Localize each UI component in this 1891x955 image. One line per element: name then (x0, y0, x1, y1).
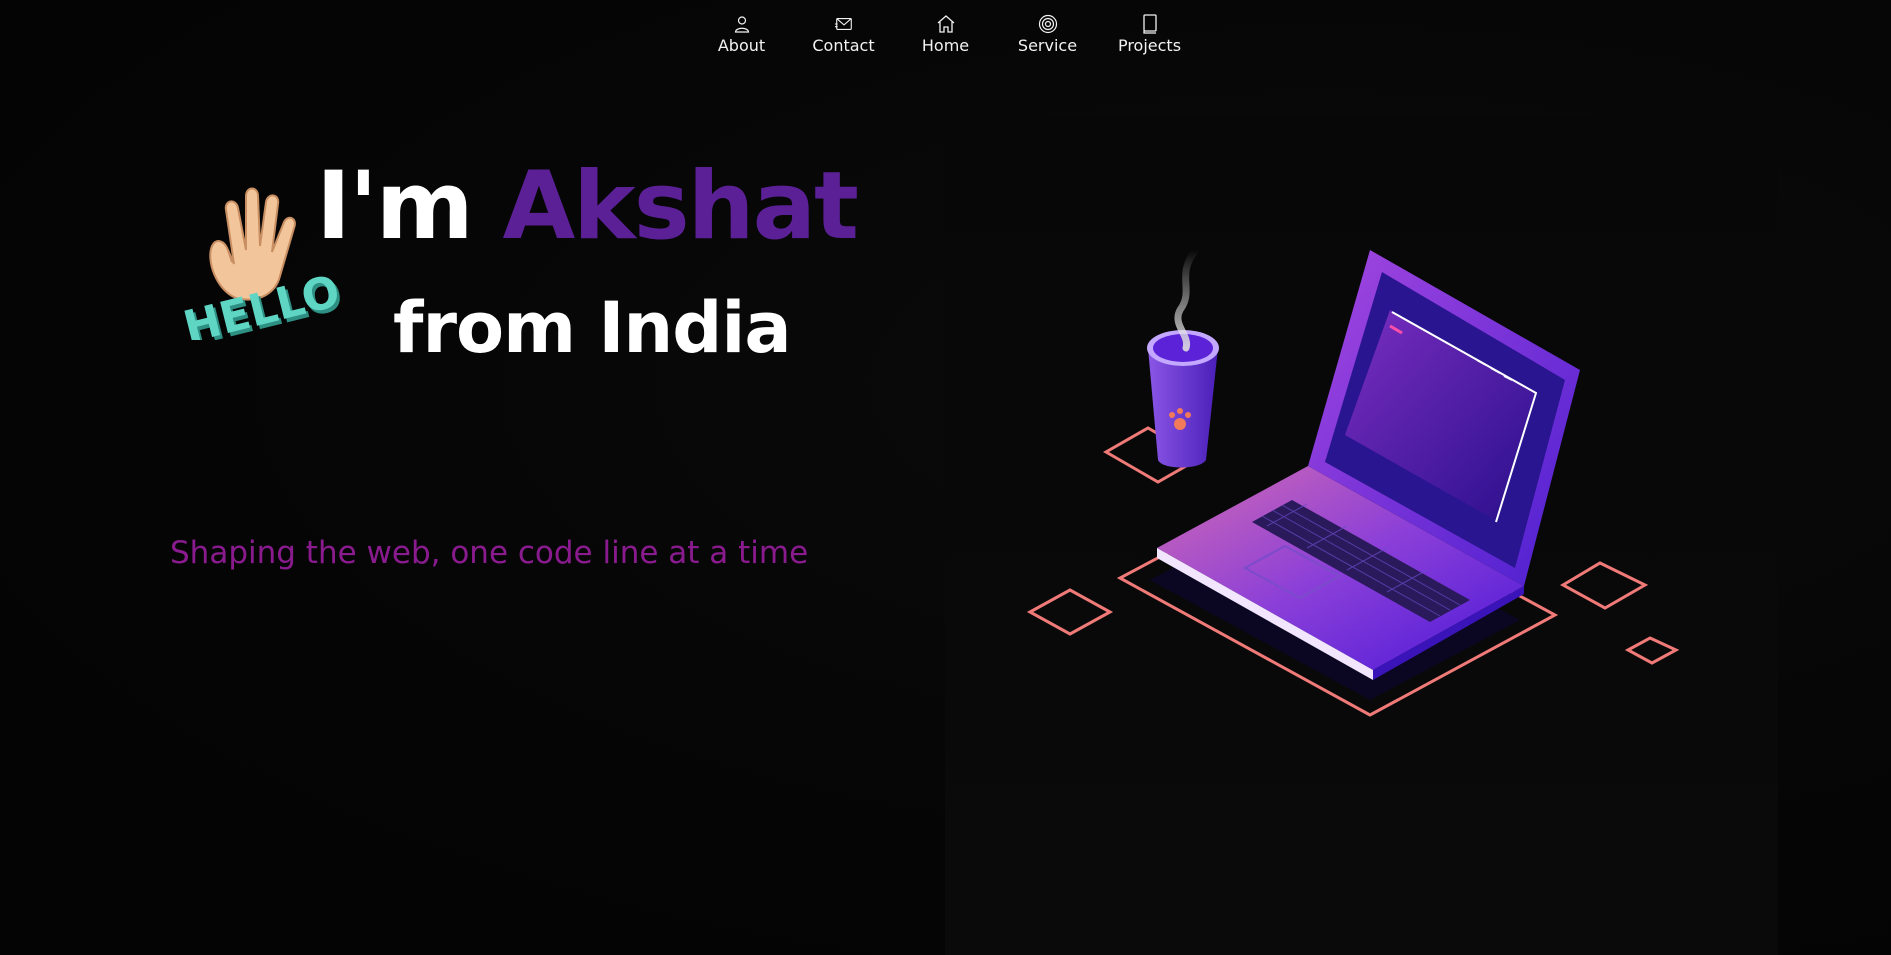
nav-item-label: Home (921, 36, 970, 55)
book-icon (1140, 14, 1160, 34)
nav-item-projects[interactable]: Projects (1099, 14, 1201, 55)
hero-name: Akshat (502, 152, 858, 261)
top-nav: About Contact Home Service Projects (0, 14, 1891, 55)
hero-headline: I'm Akshat (316, 160, 859, 254)
target-icon (1038, 14, 1058, 34)
mail-icon (834, 14, 854, 34)
nav-item-label: Contact (812, 36, 875, 55)
nav-item-label: Projects (1117, 36, 1182, 55)
nav-item-label: About (717, 36, 766, 55)
hero-subhead: from India (393, 287, 792, 369)
nav-item-contact[interactable]: Contact (793, 14, 895, 55)
nav-item-service[interactable]: Service (997, 14, 1099, 55)
nav-item-home[interactable]: Home (895, 14, 997, 55)
greeting-prefix: I'm (316, 152, 503, 261)
laptop-coffee-illustration (1026, 246, 1680, 717)
coffee-cup (1102, 246, 1219, 484)
page: About Contact Home Service Projects HELL… (0, 0, 1891, 955)
nav-item-about[interactable]: About (691, 14, 793, 55)
nav-item-label: Service (1017, 36, 1078, 55)
home-icon (936, 14, 956, 34)
hero-tagline: Shaping the web, one code line at a time (170, 535, 809, 571)
user-icon (732, 14, 752, 34)
